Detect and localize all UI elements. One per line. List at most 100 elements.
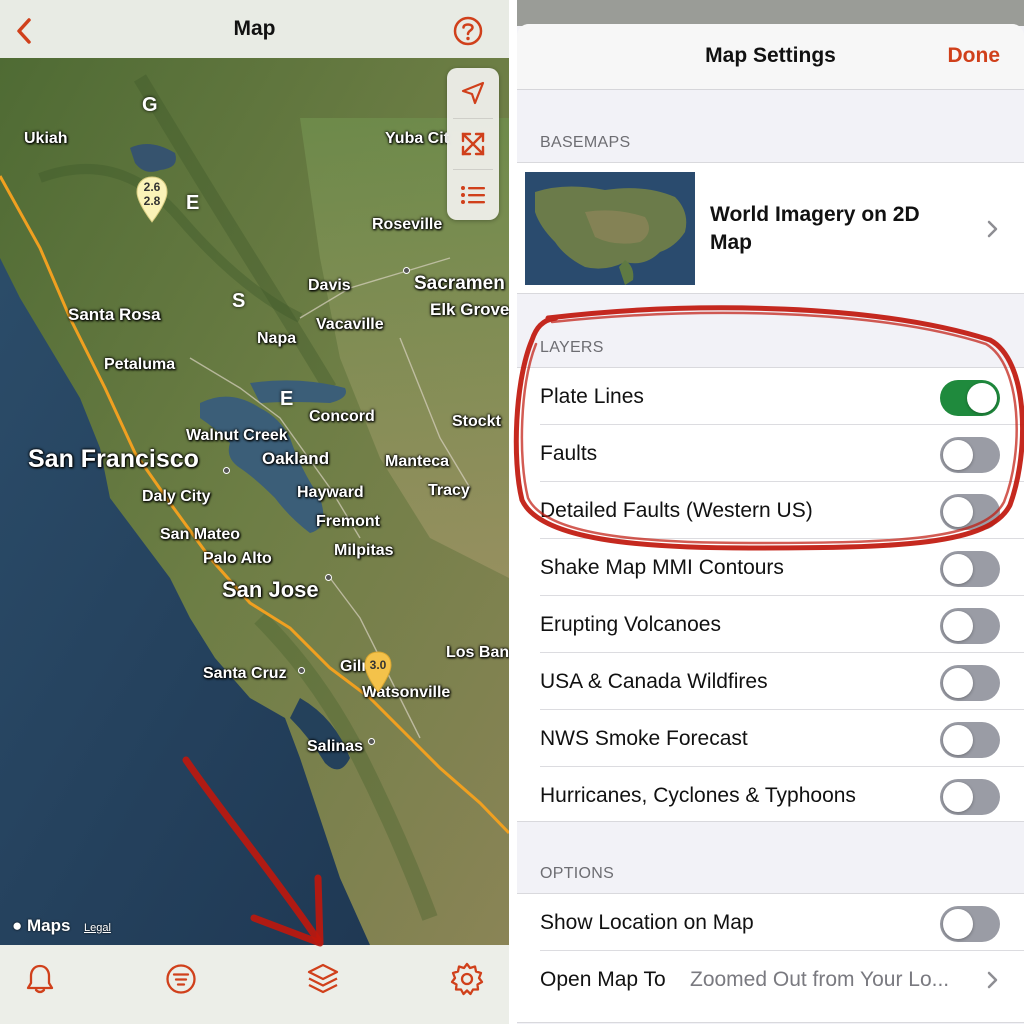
hurricanes-toggle[interactable] bbox=[940, 779, 1000, 815]
faults-toggle[interactable] bbox=[940, 437, 1000, 473]
option-label: Show Location on Map bbox=[540, 911, 754, 934]
layer-row-faults: Faults bbox=[517, 425, 1024, 482]
options-list: Show Location on Map Open Map To Zoomed … bbox=[517, 893, 1024, 1023]
list-icon bbox=[461, 186, 485, 204]
gear-icon bbox=[450, 962, 484, 996]
city-marker bbox=[223, 467, 230, 474]
city-label: Daly City bbox=[142, 488, 211, 505]
tab-settings[interactable] bbox=[449, 961, 485, 997]
maps-attribution: ● Maps bbox=[12, 916, 70, 936]
city-label: Stockt bbox=[452, 413, 501, 430]
layer-label: Faults bbox=[540, 442, 598, 465]
magnitude-label: 2.6 bbox=[143, 180, 161, 194]
toggle-knob bbox=[943, 782, 973, 812]
city-label: Napa bbox=[257, 330, 297, 347]
layer-row-hurricanes: Hurricanes, Cyclones & Typhoons bbox=[517, 767, 1024, 824]
city-label: San Francisco bbox=[28, 445, 199, 473]
option-row-show-location: Show Location on Map bbox=[517, 894, 1024, 951]
map-control-panel bbox=[447, 68, 499, 220]
sheet-header: Map Settings Done bbox=[517, 24, 1024, 90]
map-region-letter: E bbox=[280, 388, 294, 410]
layer-row-volcanoes: Erupting Volcanoes bbox=[517, 596, 1024, 653]
chevron-right-icon bbox=[987, 220, 998, 238]
filter-list-icon bbox=[166, 964, 196, 994]
page-title: Map bbox=[233, 17, 276, 40]
city-label: Oakland bbox=[262, 449, 330, 468]
layer-label: Hurricanes, Cyclones & Typhoons bbox=[540, 784, 856, 807]
show-location-toggle[interactable] bbox=[940, 906, 1000, 942]
earthquake-pin[interactable]: 3.0 bbox=[363, 650, 393, 694]
maps-brand-label: Maps bbox=[27, 916, 71, 935]
city-label: Sacramen bbox=[414, 273, 505, 294]
detailed-faults-toggle[interactable] bbox=[940, 494, 1000, 530]
earthquake-pin[interactable]: 2.6 2.8 bbox=[135, 175, 169, 225]
city-label: Walnut Creek bbox=[186, 427, 288, 444]
city-label: Hayward bbox=[297, 484, 364, 501]
layer-label: Plate Lines bbox=[540, 385, 644, 408]
legal-link[interactable]: Legal bbox=[84, 922, 111, 934]
chevron-right-icon bbox=[987, 971, 998, 989]
toggle-knob bbox=[943, 554, 973, 584]
toggle-knob bbox=[967, 383, 997, 413]
city-label: Yuba Cit bbox=[385, 130, 450, 147]
city-label: Ukiah bbox=[24, 130, 68, 147]
panel-divider bbox=[509, 0, 517, 1024]
toggle-knob bbox=[943, 611, 973, 641]
map-settings-screen: Map Settings Done BASEMAPS World Imagery… bbox=[517, 0, 1024, 1024]
basemap-thumbnail bbox=[525, 172, 695, 285]
map-region-letter: G bbox=[142, 94, 158, 116]
city-marker bbox=[368, 738, 375, 745]
bottom-tab-bar bbox=[0, 945, 509, 1024]
done-button[interactable]: Done bbox=[948, 44, 1001, 68]
settings-sheet: Map Settings Done BASEMAPS World Imagery… bbox=[517, 24, 1024, 1024]
bell-icon bbox=[26, 964, 54, 994]
locate-me-button[interactable] bbox=[447, 68, 499, 118]
map-region-letter: S bbox=[232, 290, 246, 312]
option-row-open-map-to[interactable]: Open Map To Zoomed Out from Your Lo... bbox=[517, 951, 1024, 1008]
map-view[interactable]: G E S E Ukiah Yuba Cit Roseville Davis S… bbox=[0, 58, 509, 945]
city-marker bbox=[403, 267, 410, 274]
toggle-knob bbox=[943, 725, 973, 755]
magnitude-label: 3.0 bbox=[369, 658, 387, 672]
list-view-button[interactable] bbox=[447, 170, 499, 220]
toggle-knob bbox=[943, 440, 973, 470]
layer-label: Erupting Volcanoes bbox=[540, 613, 721, 636]
map-navigation-bar: Map bbox=[0, 0, 509, 58]
tab-layers[interactable] bbox=[305, 961, 341, 997]
basemap-selector[interactable]: World Imagery on 2D Map bbox=[517, 162, 1024, 294]
city-label: Davis bbox=[308, 277, 351, 294]
shake-map-toggle[interactable] bbox=[940, 551, 1000, 587]
city-label: Santa Cruz bbox=[203, 665, 287, 682]
layers-icon bbox=[307, 963, 339, 994]
tab-filter[interactable] bbox=[163, 961, 199, 997]
layer-label: Detailed Faults (Western US) bbox=[540, 499, 813, 522]
city-label: Salinas bbox=[307, 738, 364, 755]
smoke-forecast-toggle[interactable] bbox=[940, 722, 1000, 758]
city-label: San Mateo bbox=[160, 526, 241, 543]
city-label: Petaluma bbox=[104, 356, 176, 373]
toggle-knob bbox=[943, 668, 973, 698]
city-marker bbox=[325, 574, 332, 581]
city-label: Tracy bbox=[428, 482, 470, 499]
city-label: Milpitas bbox=[334, 542, 394, 559]
city-label: Vacaville bbox=[316, 316, 384, 333]
wildfires-toggle[interactable] bbox=[940, 665, 1000, 701]
section-header-options: OPTIONS bbox=[540, 865, 615, 882]
map-region-letter: E bbox=[186, 192, 200, 214]
volcanoes-toggle[interactable] bbox=[940, 608, 1000, 644]
magnitude-label: 2.8 bbox=[143, 194, 161, 208]
layer-row-plate-lines: Plate Lines bbox=[517, 368, 1024, 425]
layer-label: USA & Canada Wildfires bbox=[540, 670, 768, 693]
layers-list: Plate Lines Faults Detailed Faults (West… bbox=[517, 367, 1024, 822]
section-header-basemaps: BASEMAPS bbox=[540, 134, 631, 151]
option-label: Open Map To bbox=[540, 968, 666, 991]
plate-lines-toggle[interactable] bbox=[940, 380, 1000, 416]
help-button[interactable] bbox=[453, 16, 483, 46]
tab-alerts[interactable] bbox=[22, 961, 58, 997]
apple-logo-icon: ● bbox=[12, 916, 23, 935]
zoom-extent-button[interactable] bbox=[447, 119, 499, 169]
expand-arrows-icon bbox=[461, 132, 485, 156]
city-label: Roseville bbox=[372, 216, 443, 233]
layer-label: Shake Map MMI Contours bbox=[540, 556, 784, 579]
layer-row-shake-map: Shake Map MMI Contours bbox=[517, 539, 1024, 596]
